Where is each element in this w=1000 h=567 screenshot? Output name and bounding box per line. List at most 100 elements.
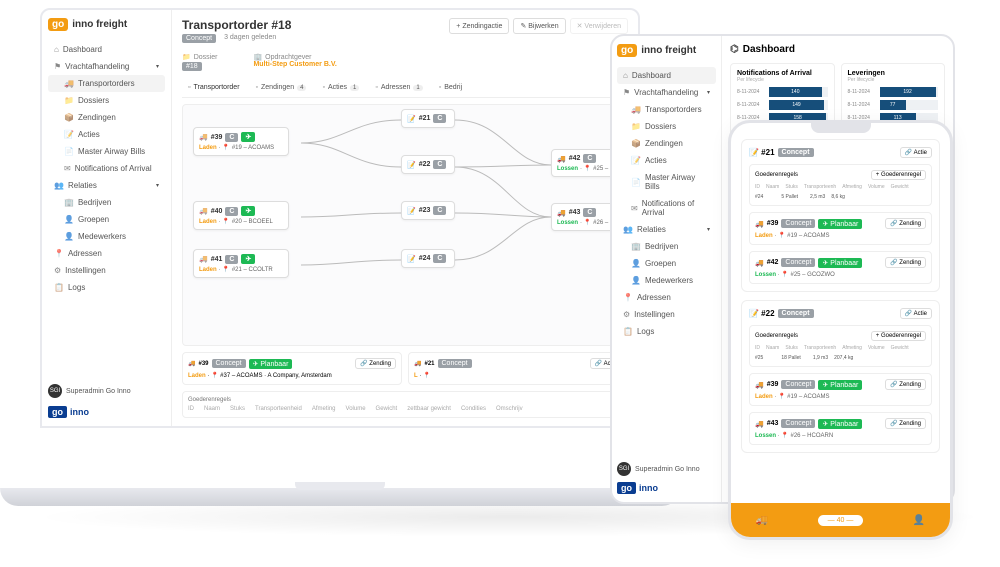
col-header: Omschrijv [496,406,523,412]
node-39[interactable]: 🚚#39C✈ Laden · 📍#19 – ACOAMS [193,127,289,156]
sidebar-item-dashboard[interactable]: ⌂Dashboard [617,67,716,84]
nav-icon: 👤 [64,232,74,241]
node-41[interactable]: 🚚#41C✈ Laden · 📍#21 – CCOLTR [193,249,289,278]
col-header: Volume [346,406,366,412]
nav-icon: 📦 [64,113,74,122]
zending-button[interactable]: 🔗 Zending [885,257,926,268]
sub-node[interactable]: 🚚 #39 Concept ✈ Planbaar🔗 ZendingLaden ·… [749,373,932,406]
add-goederenregel-button[interactable]: + Goederenregel [871,170,926,180]
node-21[interactable]: 📝#21C [401,109,455,128]
col-header: Gewicht [376,406,398,412]
sidebar-item-bedrijven[interactable]: 🏢Bedrijven [48,194,165,211]
user-row[interactable]: SGI Superadmin Go Inno [617,462,716,476]
sidebar-item-logs[interactable]: 📋Logs [617,323,716,340]
tab-adressen[interactable]: ▫Adressen1 [369,82,428,93]
card-action-button[interactable]: 🔗 Zending [355,358,396,369]
nav-icon: 📁 [64,96,74,105]
footer-logo: go inno [48,406,165,418]
zending-button[interactable]: 🔗 Zending [885,218,926,229]
actie-button[interactable]: 🔗 Actie [900,147,932,158]
node-24[interactable]: 📝#24C [401,249,455,268]
sidebar-item-zendingen[interactable]: 📦Zendingen [48,109,165,126]
sidebar-item-adressen[interactable]: 📍Adressen [48,245,165,262]
sidebar-item-acties[interactable]: 📝Acties [617,152,716,169]
sidebar-item-medewerkers[interactable]: 👤Medewerkers [617,272,716,289]
sidebar-item-zendingen[interactable]: 📦Zendingen [617,135,716,152]
nav-icon: 📋 [54,283,64,292]
user-icon[interactable]: 👤 [913,515,925,526]
sidebar-item-master-airway-bills[interactable]: 📄Master Airway Bills [48,143,165,160]
col-header: Stuks [230,406,245,412]
nav-icon: ⚑ [54,62,61,71]
sidebar-item-medewerkers[interactable]: 👤Medewerkers [48,228,165,245]
logo-text: inno freight [72,19,127,30]
sidebar-item-notifications-of-arrival[interactable]: ✉Notifications of Arrival [617,195,716,221]
sidebar-item-transportorders[interactable]: 🚚Transportorders [617,101,716,118]
sidebar-item-relaties: 👥Relaties ▾ [48,177,165,194]
nav-icon: ⚙ [54,266,61,275]
tab-bedrij[interactable]: ▫Bedrij [433,82,468,93]
col-header: Transporteenheid [255,406,302,412]
sidebar-item-notifications-of-arrival[interactable]: ✉Notifications of Arrival [48,160,165,177]
zending-button[interactable]: 🔗 Zending [885,379,926,390]
sub-node[interactable]: 🚚 #39 Concept ✈ Planbaar🔗 ZendingLaden ·… [749,212,932,245]
sidebar-item-groepen[interactable]: 👤Groepen [617,255,716,272]
node-22[interactable]: 📝#22C [401,155,455,174]
sidebar-item-dossiers[interactable]: 📁Dossiers [48,92,165,109]
node-40[interactable]: 🚚#40C✈ Laden · 📍#20 – BCOEEL [193,201,289,230]
laptop-main: Transportorder #18 Concept 3 dagen geled… [172,10,638,426]
sidebar-item-logs[interactable]: 📋Logs [48,279,165,296]
zendingactie-button[interactable]: + Zendingactie [449,18,509,34]
phone-card[interactable]: 📝 #21 Concept🔗 ActieGoederenregels+ Goed… [741,139,940,292]
nav-icon: ⌂ [54,45,59,54]
phone-bottom-bar: 🚚 — 40 — 👤 [731,503,950,537]
col-header: ID [188,406,194,412]
sub-node[interactable]: 🚚 #43 Concept ✈ Planbaar🔗 ZendingLossen … [749,412,932,445]
col-header: Naam [204,406,220,412]
nav-icon: 📍 [54,249,64,258]
zoom-control[interactable]: — 40 — [818,515,864,526]
opdrachtgever-link[interactable]: Multi-Step Customer B.V. [253,61,336,68]
bijwerken-button[interactable]: ✎ Bijwerken [513,18,565,34]
sidebar-item-vrachtafhandeling: ⚑Vrachtafhandeling ▾ [617,84,716,101]
sidebar-item-bedrijven[interactable]: 🏢Bedrijven [617,238,716,255]
zending-button[interactable]: 🔗 Zending [885,418,926,429]
goods-panel: Goederenregels+ GoederenregelIDNaamStuks… [749,325,932,367]
avatar: SGI [48,384,62,398]
graph-canvas[interactable]: 🚚#39C✈ Laden · 📍#19 – ACOAMS 🚚#40C✈ Lade… [182,104,628,346]
sidebar-item-transportorders[interactable]: 🚚Transportorders [48,75,165,92]
user-row[interactable]: SGI Superadmin Go Inno [48,384,165,398]
nav-icon: 🏢 [64,198,74,207]
folder-icon: 📁 [182,53,191,61]
verwijderen-button[interactable]: ✕ Verwijderen [570,18,628,34]
col-header: zettbaar gewicht [407,406,451,412]
goods-panel: Goederenregels+ GoederenregelIDNaamStuks… [749,164,932,206]
actie-button[interactable]: 🔗 Actie [900,308,932,319]
sidebar-item-acties[interactable]: 📝Acties [48,126,165,143]
sidebar-item-instellingen[interactable]: ⚙Instellingen [617,306,716,323]
node-23[interactable]: 📝#23C [401,201,455,220]
sidebar-item-dashboard[interactable]: ⌂Dashboard [48,41,165,58]
page-title: Transportorder #18 [182,18,291,32]
truck-icon[interactable]: 🚚 [756,515,768,526]
dossier-id[interactable]: #18 [182,62,202,71]
sidebar-item-groepen[interactable]: 👤Groepen [48,211,165,228]
add-goederenregel-button[interactable]: + Goederenregel [871,331,926,341]
sidebar-item-dossiers[interactable]: 📁Dossiers [617,118,716,135]
truck-icon: 🚚 [199,133,208,141]
sidebar-item-relaties: 👥Relaties ▾ [617,221,716,238]
tabs: ▫Transportorder ▫Zendingen4▫Acties1 ▫Adres… [182,82,628,98]
laptop-device: go inno freight ⌂Dashboard⚑Vrachtafhande… [40,8,640,498]
sidebar-item-master-airway-bills[interactable]: 📄Master Airway Bills [617,169,716,195]
tab-zendingen[interactable]: ▫Zendingen4 [250,82,313,93]
sidebar-item-adressen[interactable]: 📍Adressen [617,289,716,306]
truck-icon: 🚚 [199,255,208,263]
phone-card[interactable]: 📝 #22 Concept🔗 ActieGoederenregels+ Goed… [741,300,940,453]
sidebar-item-instellingen[interactable]: ⚙Instellingen [48,262,165,279]
tab-transportorder[interactable]: ▫Transportorder [182,82,246,93]
sub-node[interactable]: 🚚 #42 Concept ✈ Planbaar🔗 ZendingLossen … [749,251,932,284]
tab-acties[interactable]: ▫Acties1 [316,82,365,93]
bottom-card[interactable]: 🚚 #39 Concept ✈ Planbaar🔗 ZendingLaden ·… [182,352,402,385]
tablet-sidebar: go inno freight ⌂Dashboard⚑Vrachtafhande… [612,36,722,502]
bottom-card[interactable]: 🚚 #21 Concept🔗 ActieL · 📍 [408,352,628,385]
